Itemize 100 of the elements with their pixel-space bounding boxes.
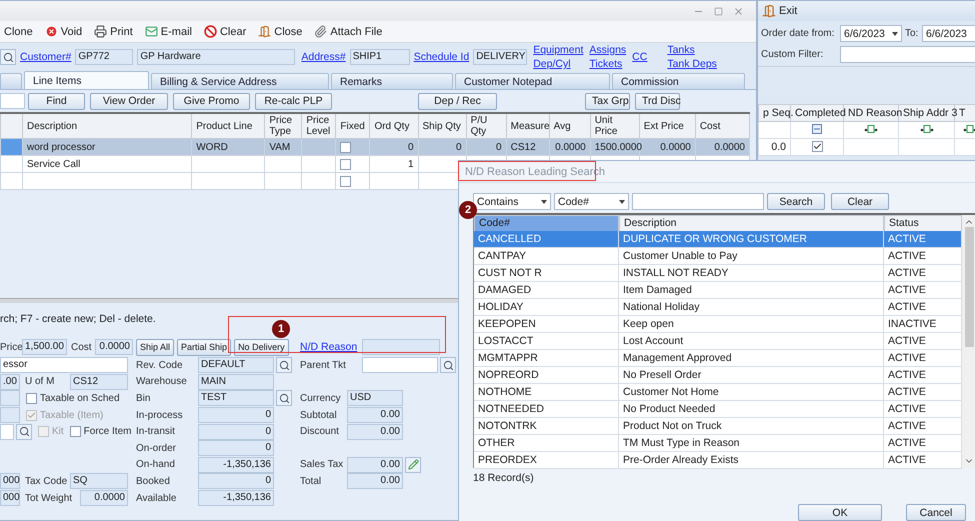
input-field[interactable]	[0, 407, 20, 424]
ok-button[interactable]: OK	[798, 504, 882, 521]
scrollbar[interactable]	[962, 215, 975, 468]
value-field[interactable]: 0.00	[347, 456, 403, 473]
header-link[interactable]: CC	[632, 51, 648, 63]
input-field[interactable]	[0, 93, 25, 109]
checkbox[interactable]	[812, 140, 822, 152]
column-header[interactable]: Ord Qty	[370, 113, 418, 138]
toolbar-button[interactable]: E-mail	[142, 25, 194, 38]
cost-field[interactable]: 0.0000	[95, 339, 133, 355]
search-button[interactable]: Search	[767, 193, 825, 210]
header-link[interactable]: Assigns	[589, 44, 626, 56]
column-header[interactable]: Completed	[790, 104, 844, 122]
value-field[interactable]: 0	[198, 440, 274, 456]
close-icon[interactable]	[733, 6, 744, 16]
search-button[interactable]	[276, 390, 292, 406]
filter-icon[interactable]	[920, 125, 934, 133]
column-header[interactable]: Description	[22, 113, 192, 138]
tot-weight-field[interactable]: 0.0000	[80, 490, 128, 506]
customer-id-field[interactable]: GP772	[75, 49, 134, 65]
item-field[interactable]: essor	[0, 357, 128, 374]
table-row[interactable]: NOTNEEDED No Product Needed ACTIVE	[474, 401, 962, 418]
maximize-icon[interactable]	[714, 6, 723, 16]
tab[interactable]: Remarks	[331, 73, 453, 89]
toolbar-button[interactable]: Trd Disc	[635, 92, 680, 110]
action-button[interactable]: No Delivery	[234, 338, 289, 356]
exit-button[interactable]: Exit	[760, 4, 800, 18]
toolbar-button[interactable]: Clone	[2, 26, 35, 38]
value-field[interactable]: 0	[198, 424, 274, 440]
table-row[interactable]: DAMAGED Item Damaged ACTIVE	[474, 282, 962, 299]
address-field[interactable]: SHIP1	[350, 49, 410, 65]
schedule-link[interactable]: Schedule Id	[414, 51, 470, 63]
checkbox-label[interactable]: Taxable on Sched	[26, 392, 120, 404]
table-row[interactable]: HOLIDAY National Holiday ACTIVE	[474, 299, 962, 316]
tab[interactable]: Customer Notepad	[455, 73, 610, 89]
price-field[interactable]: 1,500.00	[22, 339, 67, 355]
column-header[interactable]: Fixed	[336, 113, 370, 138]
column-header[interactable]: P/U Qty	[466, 113, 506, 138]
schedule-field[interactable]: DELIVERY	[473, 49, 528, 65]
table-row[interactable]: NOPREORD No Presell Order ACTIVE	[474, 367, 962, 384]
column-header[interactable]: Price Level	[302, 113, 336, 138]
table-row[interactable]: MGMTAPPR Management Approved ACTIVE	[474, 350, 962, 367]
tax-code-field[interactable]: SQ	[70, 473, 128, 490]
header-link[interactable]: Equipment	[533, 44, 584, 56]
custom-filter-field[interactable]	[840, 46, 975, 63]
value-field[interactable]: DEFAULT	[198, 357, 274, 374]
table-row[interactable]: CANCELLED DUPLICATE OR WRONG CUSTOMER ACTIVE	[474, 231, 962, 248]
column-header[interactable]: Description	[619, 215, 884, 232]
column-header[interactable]: Price Type	[264, 113, 302, 138]
column-header[interactable]: Cost	[695, 113, 750, 138]
toolbar-button[interactable]: Close	[256, 25, 304, 38]
table-row[interactable]: LOSTACCT Lost Account ACTIVE	[474, 333, 962, 350]
column-header[interactable]: Code#	[474, 215, 619, 232]
value-field[interactable]: 0.00	[347, 473, 403, 490]
toolbar-button[interactable]: Void	[42, 25, 84, 38]
value-field[interactable]: 0.00	[347, 407, 403, 424]
clear-button[interactable]: Clear	[831, 193, 889, 210]
value-field[interactable]: USD	[347, 390, 403, 406]
filter-icon[interactable]	[864, 125, 878, 133]
value-field[interactable]: MAIN	[198, 374, 274, 390]
value-field[interactable]: TEST	[198, 390, 274, 406]
header-link[interactable]: Tanks	[667, 44, 717, 56]
search-button[interactable]	[16, 424, 32, 440]
value-field[interactable]: 0	[198, 473, 274, 490]
toolbar-button[interactable]: Give Promo	[173, 92, 250, 110]
table-row[interactable]: PREORDEX Pre-Order Already Exists ACTIVE	[474, 452, 962, 469]
action-button[interactable]: Partial Ship	[177, 338, 232, 356]
date-to-dropdown[interactable]: 6/6/2023	[922, 25, 975, 42]
tab[interactable]: Billing & Service Address	[151, 73, 329, 89]
table-row[interactable]: CANTPAY Customer Unable to Pay ACTIVE	[474, 248, 962, 265]
input-field[interactable]	[0, 424, 14, 440]
value-field[interactable]: 000	[0, 473, 20, 490]
search-button[interactable]	[276, 357, 292, 374]
row-selector[interactable]	[0, 172, 23, 190]
header-link[interactable]: Tickets	[589, 58, 626, 70]
column-header[interactable]: Status	[884, 215, 962, 232]
address-link[interactable]: Address#	[301, 51, 346, 63]
input-field[interactable]	[0, 390, 20, 406]
header-link[interactable]: Dep/Cyl	[533, 58, 584, 70]
customer-link[interactable]: Customer#	[20, 51, 72, 63]
action-button[interactable]: Ship All	[136, 338, 174, 356]
date-from-dropdown[interactable]: 6/6/2023	[840, 25, 902, 42]
toolbar-button[interactable]: View Order	[90, 92, 168, 110]
toolbar-button[interactable]: Dep / Rec	[418, 92, 497, 110]
row-selector[interactable]	[0, 138, 23, 156]
edit-button[interactable]	[405, 456, 421, 473]
toolbar-button[interactable]: Tax Grp	[585, 92, 630, 110]
header-link[interactable]: Tank Deps	[667, 58, 717, 70]
search-input[interactable]	[632, 193, 764, 210]
tab[interactable]: Line Items	[24, 71, 149, 89]
column-header[interactable]: Ext Price	[639, 113, 696, 138]
parent-tkt-field[interactable]	[362, 357, 438, 374]
uom-field[interactable]: CS12	[70, 374, 128, 390]
tab[interactable]	[0, 73, 22, 89]
tab[interactable]: Commission	[612, 73, 745, 89]
column-header[interactable]: Avg	[549, 113, 590, 138]
checkbox-label[interactable]: Force Item	[70, 426, 132, 438]
value-field[interactable]: 0.00	[347, 424, 403, 440]
cancel-button[interactable]: Cancel	[906, 504, 966, 521]
nd-reason-link[interactable]: N/D Reason	[300, 341, 360, 353]
